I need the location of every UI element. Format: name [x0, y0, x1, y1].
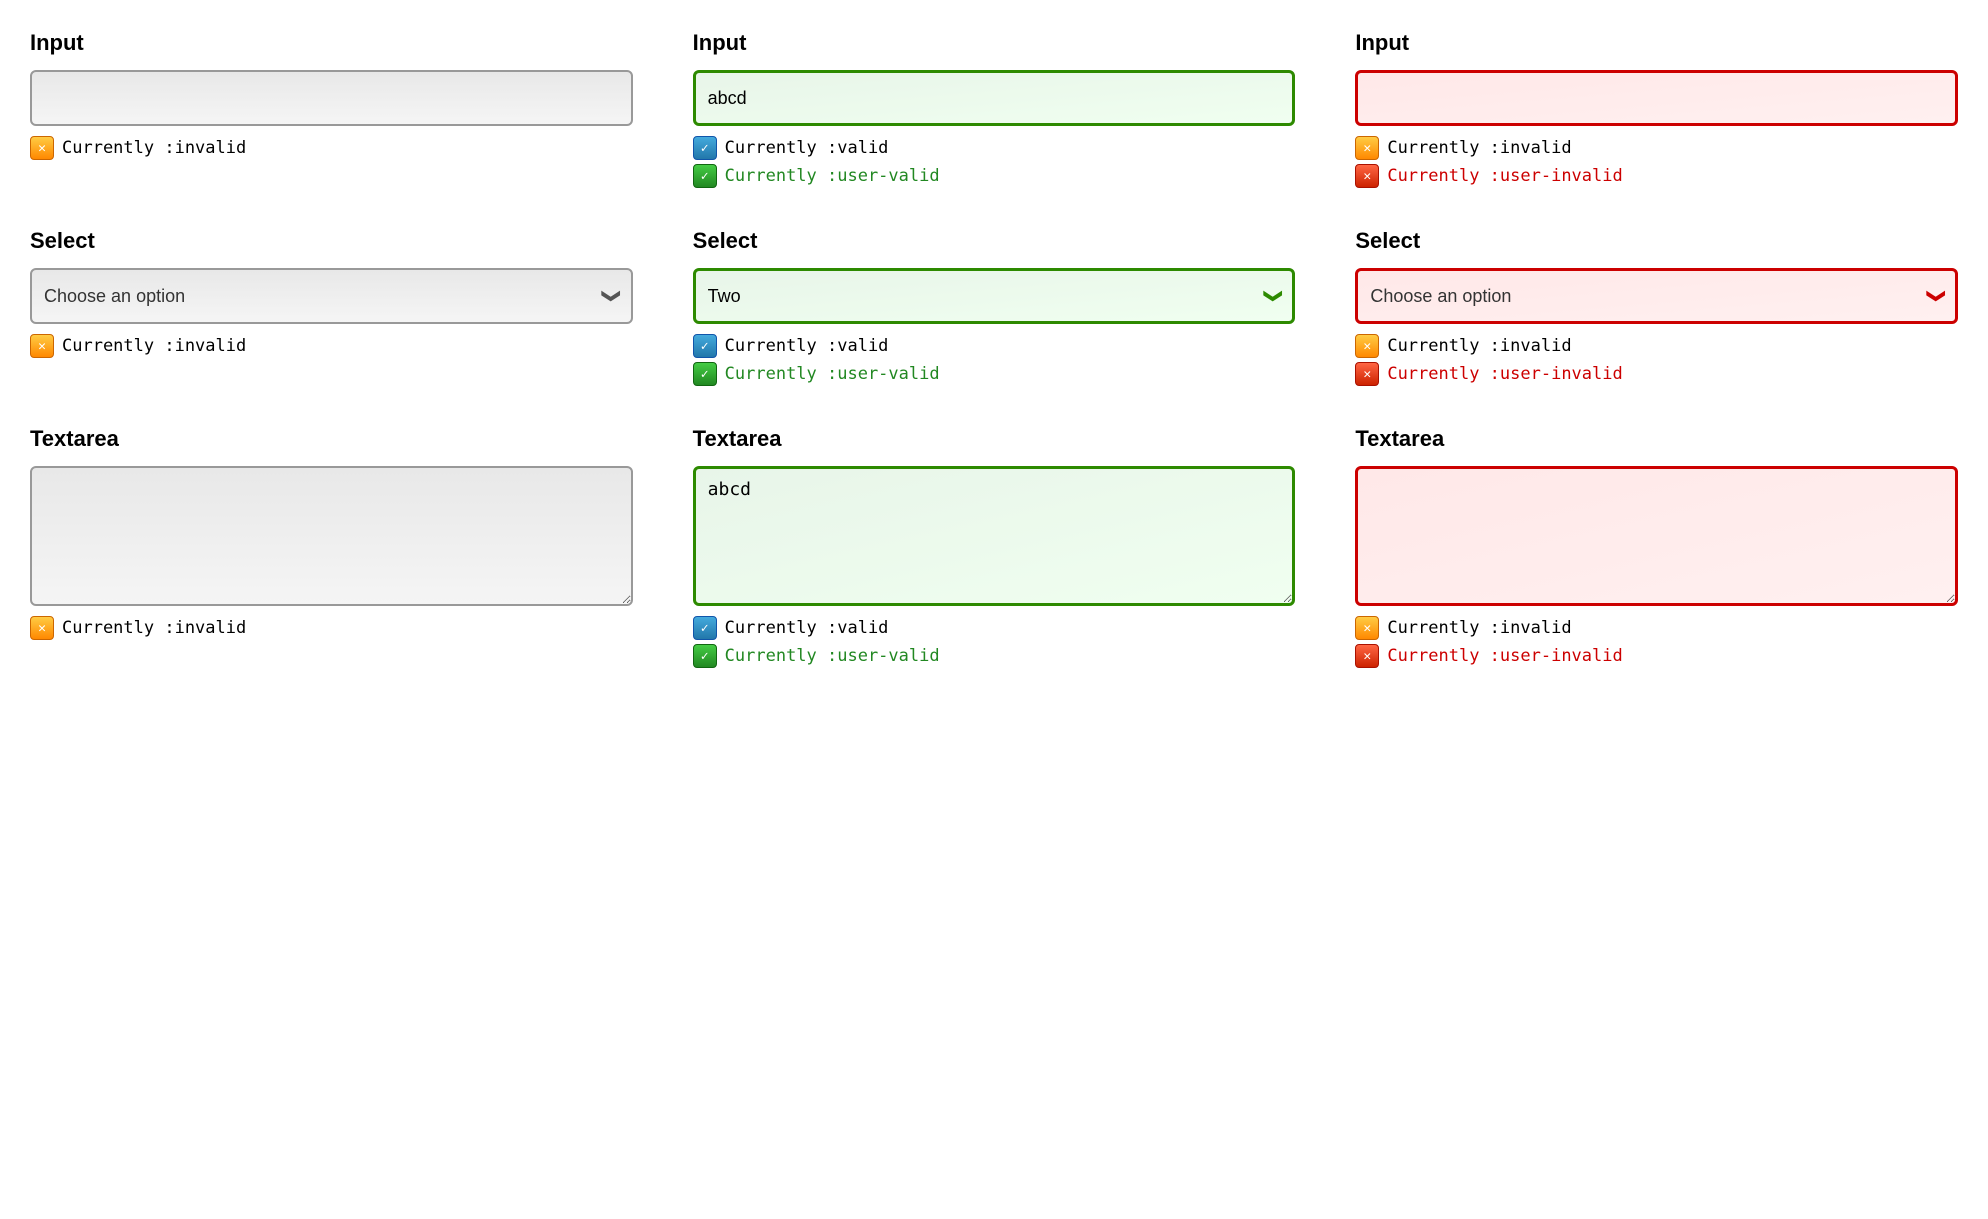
status-text-ta-invalid: Currently :invalid [1387, 618, 1571, 638]
select-default[interactable]: Choose an option One Two Three [30, 268, 633, 324]
badge-blue-check-ta: ✓ [693, 616, 717, 640]
badge-red-x-ta: ✕ [1355, 644, 1379, 668]
select-wrapper-default: Choose an option One Two Three ❯ [30, 268, 633, 324]
select-valid[interactable]: Choose an option One Two Three [693, 268, 1296, 324]
status-item-ta-user-valid: ✓ Currently :user-valid [693, 644, 1296, 668]
status-text-ta-valid: Currently :valid [725, 618, 889, 638]
select-invalid[interactable]: Choose an option One Two Three [1355, 268, 1958, 324]
select-wrapper-valid: Choose an option One Two Three ❯ [693, 268, 1296, 324]
label-input-valid: Input [693, 30, 1296, 56]
status-item-sel-user-invalid: ✕ Currently :user-invalid [1355, 362, 1958, 386]
status-item-valid: ✓ Currently :valid [693, 136, 1296, 160]
status-text: Currently :invalid [62, 138, 246, 158]
status-item-ta-default: ✕ Currently :invalid [30, 616, 633, 640]
badge-blue-check-sel: ✓ [693, 334, 717, 358]
label-select-default: Select [30, 228, 633, 254]
status-text-valid: Currently :valid [725, 138, 889, 158]
badge-orange-x-sel-inv: ✕ [1355, 334, 1379, 358]
status-text-user-valid: Currently :user-valid [725, 166, 940, 186]
cell-input-invalid: Input ✕ Currently :invalid ✕ Currently :… [1355, 30, 1958, 188]
status-text-sel-user-valid: Currently :user-valid [725, 364, 940, 384]
badge-red-x: ✕ [1355, 164, 1379, 188]
status-list-textarea-valid: ✓ Currently :valid ✓ Currently :user-val… [693, 616, 1296, 668]
cell-select-default: Select Choose an option One Two Three ❯ … [30, 228, 633, 386]
badge-green-check-ta: ✓ [693, 644, 717, 668]
status-item-ta-invalid: ✕ Currently :invalid [1355, 616, 1958, 640]
label-select-valid: Select [693, 228, 1296, 254]
textarea-valid[interactable]: abcd [693, 466, 1296, 606]
badge-green-check-sel: ✓ [693, 362, 717, 386]
status-text-ta-user-invalid: Currently :user-invalid [1387, 646, 1622, 666]
status-list-input-default: ✕ Currently :invalid [30, 136, 633, 160]
input-valid[interactable] [693, 70, 1296, 126]
status-item-user-invalid: ✕ Currently :user-invalid [1355, 164, 1958, 188]
status-list-select-valid: ✓ Currently :valid ✓ Currently :user-val… [693, 334, 1296, 386]
status-text-sel-valid: Currently :valid [725, 336, 889, 356]
status-list-input-valid: ✓ Currently :valid ✓ Currently :user-val… [693, 136, 1296, 188]
status-item-ta-valid: ✓ Currently :valid [693, 616, 1296, 640]
status-item-invalid: ✕ Currently :invalid [1355, 136, 1958, 160]
input-default[interactable] [30, 70, 633, 126]
status-item-sel-user-valid: ✓ Currently :user-valid [693, 362, 1296, 386]
badge-orange-x-ta-inv: ✕ [1355, 616, 1379, 640]
status-list-select-invalid: ✕ Currently :invalid ✕ Currently :user-i… [1355, 334, 1958, 386]
badge-orange-x-invalid: ✕ [1355, 136, 1379, 160]
status-text-ta-default: Currently :invalid [62, 618, 246, 638]
cell-input-valid: Input ✓ Currently :valid ✓ Currently :us… [693, 30, 1296, 188]
label-input-default: Input [30, 30, 633, 56]
status-item-user-valid: ✓ Currently :user-valid [693, 164, 1296, 188]
badge-orange-x-sel: ✕ [30, 334, 54, 358]
cell-input-default: Input ✕ Currently :invalid [30, 30, 633, 188]
status-list-textarea-invalid: ✕ Currently :invalid ✕ Currently :user-i… [1355, 616, 1958, 668]
badge-orange-x: ✕ [30, 136, 54, 160]
main-grid: Input ✕ Currently :invalid Input ✓ Curre… [30, 30, 1958, 668]
label-textarea-valid: Textarea [693, 426, 1296, 452]
status-item-ta-user-invalid: ✕ Currently :user-invalid [1355, 644, 1958, 668]
status-item-sel-valid: ✓ Currently :valid [693, 334, 1296, 358]
status-list-textarea-default: ✕ Currently :invalid [30, 616, 633, 640]
textarea-default[interactable] [30, 466, 633, 606]
cell-textarea-valid: Textarea abcd ✓ Currently :valid ✓ Curre… [693, 426, 1296, 668]
status-list-select-default: ✕ Currently :invalid [30, 334, 633, 358]
select-wrapper-invalid: Choose an option One Two Three ❯ [1355, 268, 1958, 324]
status-text-sel-default: Currently :invalid [62, 336, 246, 356]
badge-orange-x-ta: ✕ [30, 616, 54, 640]
status-text-user-invalid: Currently :user-invalid [1387, 166, 1622, 186]
cell-select-valid: Select Choose an option One Two Three ❯ … [693, 228, 1296, 386]
status-text-ta-user-valid: Currently :user-valid [725, 646, 940, 666]
input-invalid[interactable] [1355, 70, 1958, 126]
cell-textarea-default: Textarea ✕ Currently :invalid [30, 426, 633, 668]
badge-blue-check: ✓ [693, 136, 717, 160]
badge-red-x-sel: ✕ [1355, 362, 1379, 386]
cell-select-invalid: Select Choose an option One Two Three ❯ … [1355, 228, 1958, 386]
status-text-sel-invalid: Currently :invalid [1387, 336, 1571, 356]
label-textarea-invalid: Textarea [1355, 426, 1958, 452]
status-text-invalid: Currently :invalid [1387, 138, 1571, 158]
label-input-invalid: Input [1355, 30, 1958, 56]
status-item-sel-invalid: ✕ Currently :invalid [1355, 334, 1958, 358]
status-item: ✕ Currently :invalid [30, 136, 633, 160]
label-textarea-default: Textarea [30, 426, 633, 452]
badge-green-check: ✓ [693, 164, 717, 188]
cell-textarea-invalid: Textarea ✕ Currently :invalid ✕ Currentl… [1355, 426, 1958, 668]
textarea-invalid[interactable] [1355, 466, 1958, 606]
status-list-input-invalid: ✕ Currently :invalid ✕ Currently :user-i… [1355, 136, 1958, 188]
status-text-sel-user-invalid: Currently :user-invalid [1387, 364, 1622, 384]
label-select-invalid: Select [1355, 228, 1958, 254]
status-item-sel-default: ✕ Currently :invalid [30, 334, 633, 358]
